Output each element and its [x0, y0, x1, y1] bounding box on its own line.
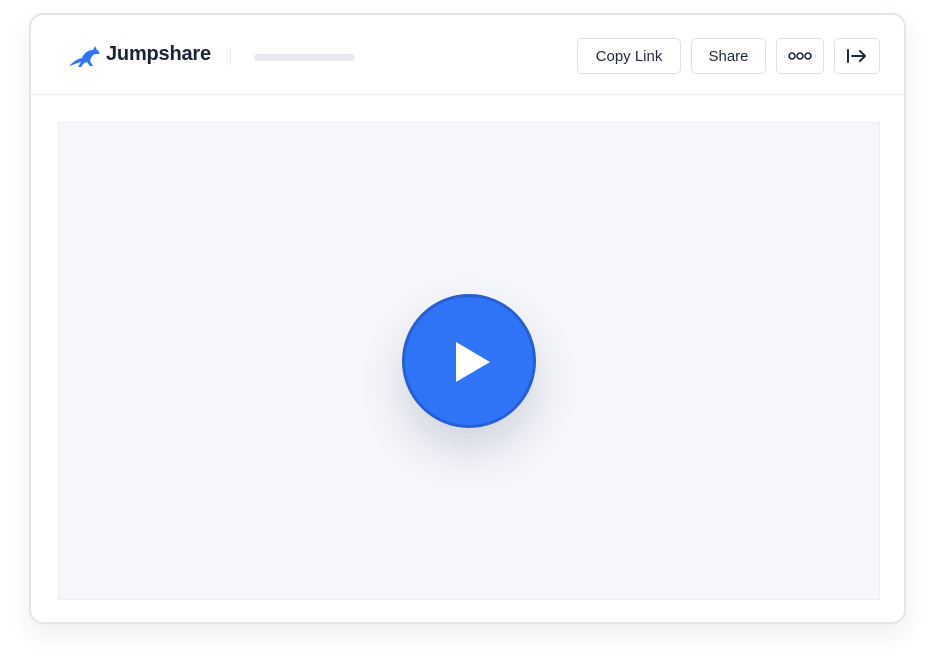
share-label: Share: [708, 47, 749, 65]
exit-arrow-icon: [847, 49, 866, 63]
play-button[interactable]: [402, 294, 536, 428]
kangaroo-icon: [69, 46, 100, 67]
file-title-placeholder: [254, 54, 355, 61]
play-icon: [456, 342, 490, 382]
more-dots-icon: [788, 52, 812, 60]
exit-button[interactable]: [834, 38, 880, 74]
copy-link-button[interactable]: Copy Link: [577, 38, 681, 74]
brand-name: Jumpshare: [106, 43, 211, 65]
app-window: Jumpshare Copy Link Share: [29, 13, 906, 624]
more-options-button[interactable]: [776, 38, 824, 74]
header-divider: [230, 49, 231, 65]
header-bar: Jumpshare Copy Link Share: [31, 15, 904, 95]
share-button[interactable]: Share: [691, 38, 766, 74]
video-viewer[interactable]: [58, 122, 880, 600]
copy-link-label: Copy Link: [595, 47, 663, 65]
